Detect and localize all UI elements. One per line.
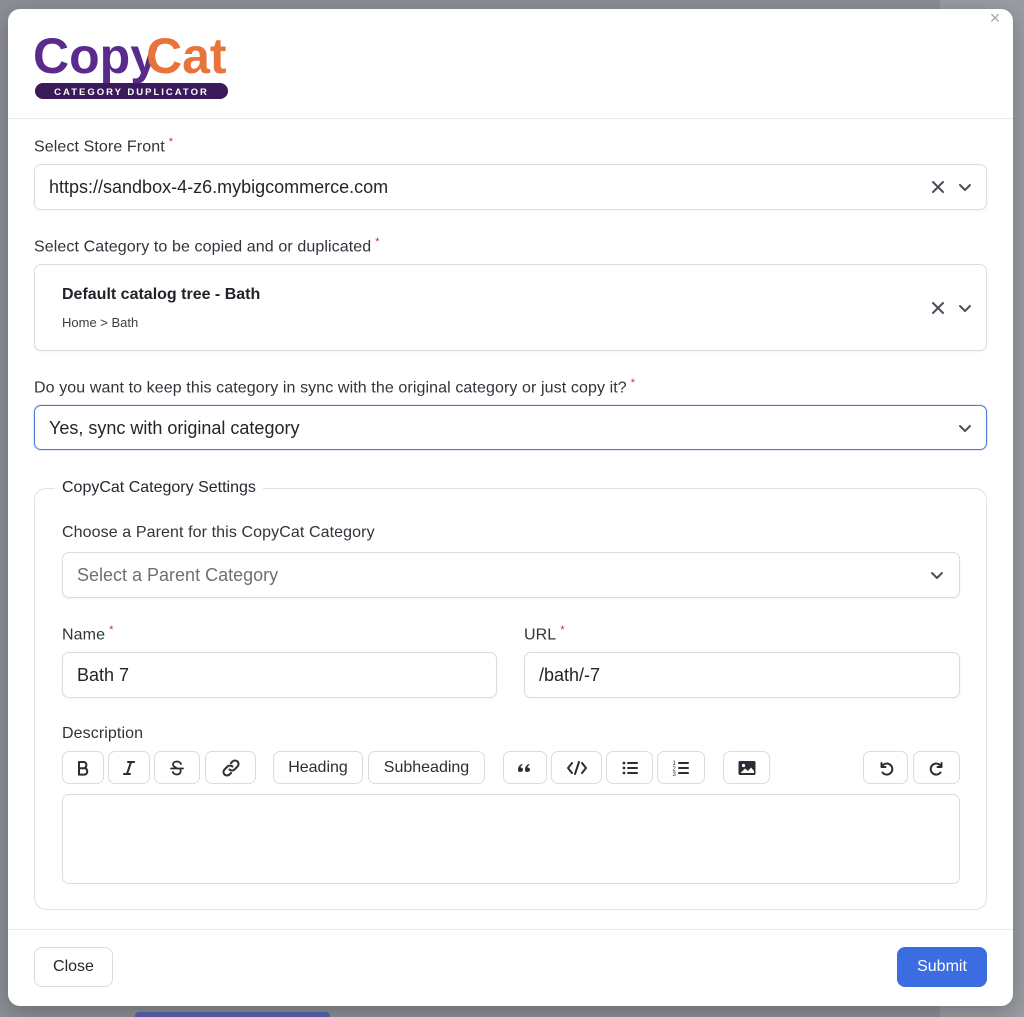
redo-button[interactable] bbox=[913, 751, 960, 784]
bold-icon bbox=[78, 760, 89, 776]
subheading-button[interactable]: Subheading bbox=[368, 751, 485, 784]
chevron-down-icon[interactable] bbox=[956, 419, 974, 437]
undo-icon bbox=[880, 761, 893, 776]
parent-label: Choose a Parent for this CopyCat Categor… bbox=[62, 524, 375, 541]
required-marker: * bbox=[168, 136, 174, 148]
name-label: Name * bbox=[62, 624, 113, 644]
redo-icon bbox=[929, 761, 942, 776]
modal-header: Copy Cat CATEGORY DUPLICATOR bbox=[8, 9, 1013, 119]
image-button[interactable] bbox=[723, 751, 770, 784]
category-title: Default catalog tree - Bath bbox=[62, 286, 261, 303]
category-select[interactable]: Default catalog tree - Bath Home > Bath bbox=[34, 264, 987, 351]
svg-text:CATEGORY DUPLICATOR: CATEGORY DUPLICATOR bbox=[54, 87, 209, 98]
undo-button[interactable] bbox=[863, 751, 908, 784]
chevron-down-icon[interactable] bbox=[928, 566, 946, 584]
required-marker: * bbox=[109, 624, 114, 636]
strikethrough-icon bbox=[170, 760, 184, 775]
background-button bbox=[135, 1012, 330, 1017]
copycat-logo: Copy Cat CATEGORY DUPLICATOR bbox=[33, 28, 228, 99]
clear-icon[interactable] bbox=[929, 178, 947, 196]
store-front-select[interactable]: https://sandbox-4-z6.mybigcommerce.com bbox=[34, 164, 987, 210]
quote-button[interactable] bbox=[503, 751, 547, 784]
url-label-text: URL bbox=[524, 626, 557, 644]
heading-button[interactable]: Heading bbox=[273, 751, 363, 784]
link-button[interactable] bbox=[205, 751, 256, 784]
category-path: Home > Bath bbox=[62, 315, 139, 330]
footer-divider bbox=[8, 929, 1013, 930]
parent-category-select[interactable]: Select a Parent Category bbox=[62, 552, 960, 598]
sync-value: Yes, sync with original category bbox=[49, 418, 300, 438]
ordered-list-button[interactable]: 123 bbox=[657, 751, 705, 784]
svg-text:Cat: Cat bbox=[146, 28, 227, 84]
strikethrough-button[interactable] bbox=[154, 751, 200, 784]
svg-text:Copy: Copy bbox=[33, 28, 158, 84]
store-front-label: Select Store Front * bbox=[34, 136, 173, 156]
ordered-list-icon: 123 bbox=[673, 761, 689, 777]
url-input[interactable]: /bath/-7 bbox=[524, 652, 960, 698]
required-marker: * bbox=[630, 377, 636, 389]
sync-select[interactable]: Yes, sync with original category bbox=[34, 405, 987, 450]
settings-legend: CopyCat Category Settings bbox=[55, 479, 263, 497]
chevron-down-icon[interactable] bbox=[956, 299, 974, 317]
name-label-text: Name bbox=[62, 626, 106, 644]
code-button[interactable] bbox=[551, 751, 602, 784]
image-icon bbox=[738, 760, 755, 775]
link-icon bbox=[221, 758, 240, 777]
name-value: Bath 7 bbox=[77, 665, 130, 685]
name-input[interactable]: Bath 7 bbox=[62, 652, 497, 698]
bold-button[interactable] bbox=[62, 751, 104, 784]
close-button[interactable]: Close bbox=[34, 947, 113, 987]
italic-icon bbox=[123, 760, 135, 775]
category-duplicator-modal: × Copy Cat CATEGORY DUPLICATOR Select St… bbox=[8, 9, 1013, 1006]
parent-placeholder: Select a Parent Category bbox=[77, 565, 279, 585]
italic-button[interactable] bbox=[108, 751, 150, 784]
submit-button[interactable]: Submit bbox=[897, 947, 987, 987]
bullet-list-button[interactable] bbox=[606, 751, 653, 784]
category-label: Select Category to be copied and or dupl… bbox=[34, 236, 380, 256]
store-front-label-text: Select Store Front bbox=[34, 138, 165, 156]
description-editor[interactable] bbox=[62, 794, 960, 884]
required-marker: * bbox=[560, 624, 565, 636]
quote-icon bbox=[518, 763, 530, 772]
bullet-list-icon bbox=[622, 761, 638, 774]
url-value: /bath/-7 bbox=[539, 665, 601, 685]
clear-icon[interactable] bbox=[929, 299, 947, 317]
store-front-value: https://sandbox-4-z6.mybigcommerce.com bbox=[49, 177, 389, 197]
url-label: URL * bbox=[524, 624, 565, 644]
sync-label-text: Do you want to keep this category in syn… bbox=[34, 379, 627, 397]
svg-text:3: 3 bbox=[673, 772, 677, 777]
code-icon bbox=[566, 760, 587, 775]
sync-label: Do you want to keep this category in syn… bbox=[34, 377, 635, 397]
required-marker: * bbox=[375, 236, 380, 248]
description-label: Description bbox=[62, 725, 144, 742]
chevron-down-icon[interactable] bbox=[956, 178, 974, 196]
category-label-text: Select Category to be copied and or dupl… bbox=[34, 238, 372, 256]
